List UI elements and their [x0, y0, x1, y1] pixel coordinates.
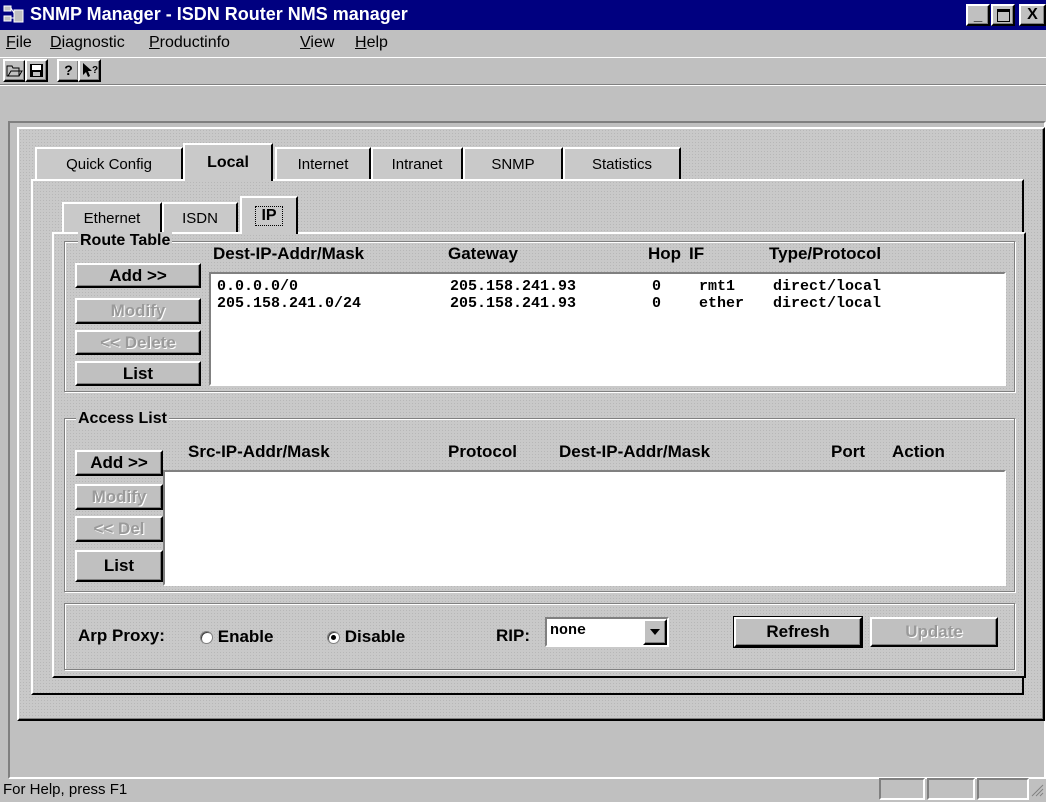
route-cell-if: rmt1	[699, 278, 736, 295]
route-cell-type: direct/local	[773, 278, 882, 295]
tab-internet[interactable]: Internet	[275, 147, 371, 179]
route-table-legend: Route Table	[78, 232, 173, 250]
table-row[interactable]: 0.0.0.0/0 205.158.241.93 0 rmt1 direct/l…	[217, 278, 997, 296]
route-cell-gateway: 205.158.241.93	[450, 295, 577, 312]
status-text: For Help, press F1	[3, 781, 128, 798]
tab-intranet[interactable]: Intranet	[371, 147, 463, 179]
about-help-icon[interactable]: ?	[57, 59, 80, 82]
toolbar-area: ? ?	[0, 57, 1046, 85]
route-add-button[interactable]: Add >>	[75, 263, 201, 288]
route-cell-dest: 0.0.0.0/0	[217, 278, 299, 295]
route-cell-dest: 205.158.241.0/24	[217, 295, 362, 312]
window-title: SNMP Manager - ISDN Router NMS manager	[30, 4, 408, 24]
open-folder-icon[interactable]	[3, 59, 26, 82]
route-cell-type: direct/local	[773, 295, 882, 312]
tab-isdn[interactable]: ISDN	[162, 202, 238, 232]
tab-ip[interactable]: IP	[240, 196, 298, 234]
route-modify-button[interactable]: Modify	[75, 298, 201, 324]
maximize-icon	[996, 8, 1010, 22]
radio-disable-icon[interactable]	[327, 631, 340, 645]
close-button[interactable]: X	[1019, 4, 1046, 26]
menu-bar: File Diagnostic Productinfo View Help	[0, 30, 1046, 56]
access-header-dest: Dest-IP-Addr/Mask	[559, 442, 711, 461]
tab-snmp[interactable]: SNMP	[463, 147, 563, 179]
access-header-port: Port	[831, 442, 865, 461]
menu-view[interactable]: View	[300, 34, 334, 52]
tab-local[interactable]: Local	[183, 143, 273, 181]
status-pane-2	[927, 778, 975, 800]
svg-text:?: ?	[92, 65, 98, 76]
route-header-hop: Hop	[648, 244, 682, 263]
update-button[interactable]: Update	[870, 617, 998, 647]
route-cell-if: ether	[699, 295, 745, 312]
access-list-button[interactable]: List	[75, 550, 163, 582]
rip-select[interactable]: none	[545, 617, 669, 647]
access-header-protocol: Protocol	[448, 442, 517, 461]
tab-quick-config[interactable]: Quick Config	[35, 147, 183, 179]
arp-enable-radio[interactable]: Enable	[200, 627, 273, 647]
route-list-button[interactable]: List	[75, 361, 201, 386]
access-modify-button[interactable]: Modify	[75, 484, 163, 510]
arp-disable-label: Disable	[344, 627, 406, 646]
access-add-button[interactable]: Add >>	[75, 450, 163, 476]
route-header-if: IF	[689, 244, 705, 263]
route-delete-button[interactable]: << Delete	[75, 330, 201, 355]
route-cell-gateway: 205.158.241.93	[450, 278, 577, 295]
network-app-icon[interactable]	[3, 4, 25, 31]
arp-enable-label: Enable	[217, 627, 274, 646]
maximize-button[interactable]	[991, 4, 1015, 26]
rip-label: RIP:	[496, 626, 530, 645]
route-header-gateway: Gateway	[448, 244, 518, 263]
route-header-dest: Dest-IP-Addr/Mask	[213, 244, 365, 263]
minimize-button[interactable]: _	[966, 4, 990, 26]
arp-proxy-label: Arp Proxy:	[78, 626, 165, 645]
table-row[interactable]: 205.158.241.0/24 205.158.241.93 0 ether …	[217, 295, 997, 313]
title-bar[interactable]: SNMP Manager - ISDN Router NMS manager _…	[0, 0, 1046, 30]
access-header-src: Src-IP-Addr/Mask	[188, 442, 330, 461]
access-list-legend: Access List	[76, 410, 169, 428]
status-pane-1	[879, 778, 925, 800]
access-list-table[interactable]	[163, 470, 1006, 586]
arp-disable-radio[interactable]: Disable	[327, 627, 405, 647]
route-cell-hop: 0	[652, 278, 662, 295]
menu-file[interactable]: File	[6, 34, 32, 52]
menu-productinfo[interactable]: Productinfo	[149, 34, 230, 52]
save-disk-icon[interactable]	[25, 59, 48, 82]
route-header-type: Type/Protocol	[769, 244, 882, 263]
route-cell-hop: 0	[652, 295, 662, 312]
refresh-button[interactable]: Refresh	[733, 616, 863, 648]
menu-help[interactable]: Help	[355, 34, 388, 52]
rip-dropdown-button[interactable]	[643, 619, 667, 645]
radio-enable-icon[interactable]	[200, 631, 213, 645]
access-header-action: Action	[892, 442, 945, 461]
tab-statistics[interactable]: Statistics	[563, 147, 681, 179]
status-pane-3	[977, 778, 1029, 800]
access-delete-button[interactable]: << Del	[75, 516, 163, 542]
chevron-down-icon	[650, 629, 660, 635]
minimize-icon: _	[973, 6, 983, 24]
route-table-list[interactable]: 0.0.0.0/0 205.158.241.93 0 rmt1 direct/l…	[209, 272, 1006, 386]
tab-ethernet[interactable]: Ethernet	[62, 202, 162, 232]
status-bar: For Help, press F1	[0, 777, 1046, 801]
menu-diagnostic[interactable]: Diagnostic	[50, 34, 125, 52]
resize-grip-icon[interactable]	[1030, 781, 1044, 802]
rip-select-value: none	[550, 622, 587, 639]
context-help-icon[interactable]: ?	[78, 59, 101, 82]
close-icon: X	[1027, 6, 1038, 23]
